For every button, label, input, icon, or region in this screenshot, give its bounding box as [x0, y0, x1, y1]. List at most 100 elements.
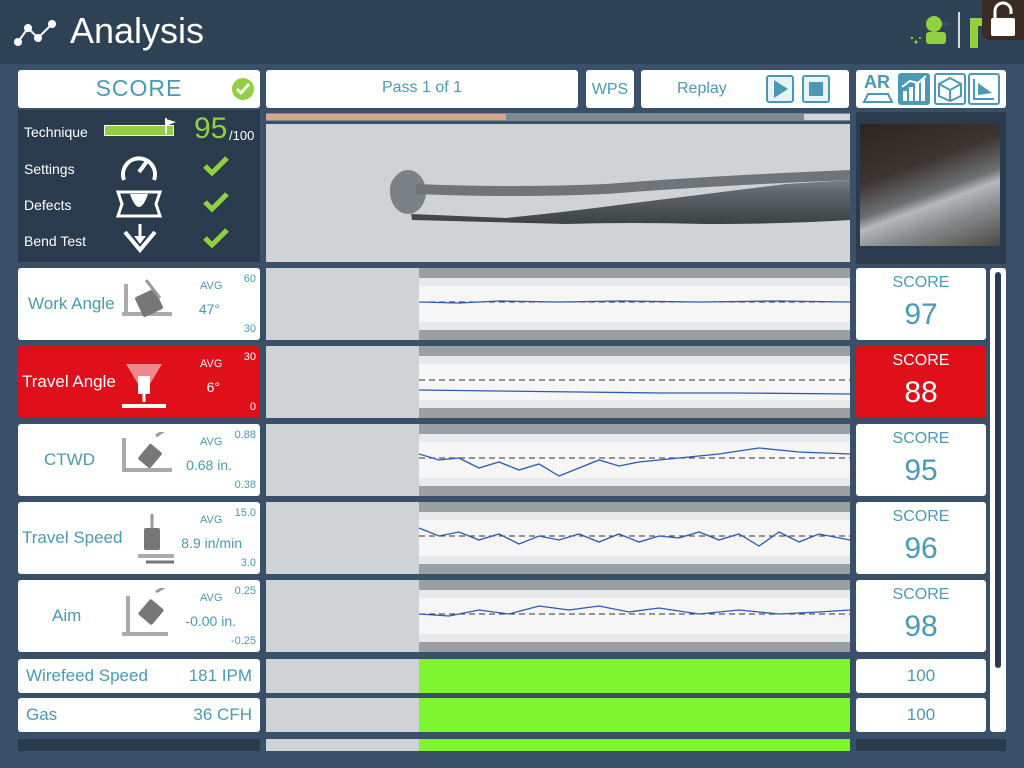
travel-speed-graph[interactable]: [266, 502, 850, 574]
aim-avg-value: -0.00 in.: [185, 613, 236, 629]
bottom-graph: [266, 739, 850, 751]
weld-bead-view[interactable]: [266, 124, 850, 262]
score-summary: Technique 95 /100 Settings Defects Bend …: [18, 110, 260, 262]
lock-button[interactable]: [982, 0, 1024, 40]
travel-angle-score-label: SCORE: [892, 352, 950, 369]
travel-angle-score: SCORE 88: [856, 346, 986, 418]
stop-button[interactable]: [802, 75, 830, 103]
wirefeed-speed-score: 100: [856, 659, 986, 693]
work-angle-graph-plot: [419, 268, 850, 340]
aim-avg-label: AVG: [200, 592, 223, 604]
travel-angle-label: Travel Angle: [22, 372, 116, 391]
ctwd-graph-plot: [419, 424, 850, 496]
weld-photo[interactable]: [860, 124, 1000, 246]
play-button[interactable]: [766, 75, 794, 103]
work-angle-avg-value: 47°: [198, 301, 220, 317]
work-angle-label: Work Angle: [28, 294, 115, 313]
wirefeed-speed-graph-band: [419, 659, 850, 693]
score-header: SCORE: [18, 70, 260, 108]
work-angle-range-low: 30: [243, 323, 256, 335]
stop-icon: [809, 82, 823, 96]
scrollbar[interactable]: [990, 268, 1006, 732]
wirefeed-speed-row: Wirefeed Speed 181 IPM: [18, 659, 260, 693]
gas-label: Gas: [26, 705, 58, 724]
aim-graph-plot: [419, 580, 850, 652]
wirefeed-speed-value: 181 IPM: [188, 666, 252, 685]
bend-test-check-icon: [203, 228, 229, 249]
technique-bar-fill: [105, 126, 170, 135]
technique-score: 95: [194, 112, 228, 145]
travel-speed-row[interactable]: Travel Speed AVG 8.9 in/min 15.0 3.0: [18, 502, 260, 574]
wirefeed-speed-graph: [266, 659, 850, 693]
view-mode-toolbar: AR: [856, 70, 1006, 108]
settings-label: Settings: [24, 161, 75, 177]
travel-speed-label: Travel Speed: [22, 528, 123, 547]
travel-speed-score-value: 96: [904, 532, 938, 565]
play-icon: [774, 80, 788, 98]
bend-test-label: Bend Test: [24, 233, 87, 249]
cross-section-button[interactable]: [968, 73, 1000, 105]
aim-row[interactable]: Aim AVG -0.00 in. 0.25 -0.25: [18, 580, 260, 652]
work-angle-avg-label: AVG: [200, 280, 223, 292]
ar-label: AR: [864, 72, 890, 92]
work-angle-range-high: 60: [243, 273, 256, 285]
travel-speed-range-low: 3.0: [240, 557, 256, 569]
travel-angle-row[interactable]: Travel Angle AVG 6° 30 0: [18, 346, 260, 418]
work-angle-row[interactable]: Work Angle AVG 47° 60 30: [18, 268, 260, 340]
bottom-right-bar: [856, 739, 1006, 751]
travel-speed-score: SCORE 96: [856, 502, 986, 574]
wps-button[interactable]: WPS: [586, 70, 634, 108]
wps-label: WPS: [591, 81, 629, 98]
travel-angle-graph-plot: [419, 346, 850, 418]
wirefeed-speed-label: Wirefeed Speed: [26, 666, 148, 685]
travel-angle-range-low: 0: [249, 401, 256, 413]
work-angle-score: SCORE 97: [856, 268, 986, 340]
work-angle-icon: [122, 279, 172, 317]
travel-angle-avg-value: 6°: [206, 379, 220, 395]
timeline-progress[interactable]: [266, 113, 850, 121]
ctwd-range-low: 0.38: [234, 479, 256, 491]
pass-check-icon: [232, 78, 254, 100]
3d-view-button[interactable]: [934, 73, 966, 105]
gas-graph: [266, 698, 850, 732]
bend-test-icon: [123, 224, 157, 254]
aim-graph[interactable]: [266, 580, 850, 652]
ctwd-avg-value: 0.68 in.: [186, 457, 232, 473]
settings-check-icon: [203, 156, 229, 177]
work-angle-graph[interactable]: [266, 268, 850, 340]
aim-range-high: 0.25: [234, 585, 256, 597]
scrollbar-thumb[interactable]: [995, 272, 1001, 668]
aim-icon: [122, 588, 168, 636]
defects-check-icon: [203, 192, 229, 213]
score-label: SCORE: [95, 75, 183, 101]
defects-label: Defects: [24, 197, 72, 213]
travel-speed-range-high: 15.0: [234, 507, 256, 519]
ctwd-row[interactable]: CTWD AVG 0.68 in. 0.88 0.38: [18, 424, 260, 496]
travel-angle-graph[interactable]: [266, 346, 850, 418]
flag-icon: [165, 118, 176, 134]
travel-speed-graph-plot: [419, 502, 850, 574]
bottom-graph-band: [419, 739, 850, 751]
gas-value: 36 CFH: [193, 705, 252, 724]
ctwd-range-high: 0.88: [234, 429, 256, 441]
welder-icon[interactable]: [908, 14, 954, 48]
ctwd-score: SCORE 95: [856, 424, 986, 496]
timeline-end-marker: [804, 114, 850, 120]
gas-row: Gas 36 CFH: [18, 698, 260, 732]
aim-range-low: -0.25: [230, 635, 256, 647]
ctwd-graph[interactable]: [266, 424, 850, 496]
pass-selector[interactable]: Pass 1 of 1: [266, 70, 578, 108]
graph-view-button[interactable]: [898, 73, 930, 105]
travel-angle-range-high: 30: [243, 351, 256, 363]
ar-button[interactable]: AR: [862, 72, 896, 106]
bar-chart-icon: [901, 75, 927, 101]
app-header: Analysis: [0, 0, 1024, 64]
replay-label: Replay: [677, 80, 727, 97]
bottom-left-bar: [18, 739, 260, 751]
travel-angle-icon: [122, 364, 166, 408]
cross-section-icon: [973, 79, 994, 100]
replay-control: Replay: [641, 70, 849, 108]
travel-speed-avg-label: AVG: [200, 514, 223, 526]
technique-label: Technique: [24, 124, 88, 140]
work-angle-score-label: SCORE: [892, 274, 950, 291]
